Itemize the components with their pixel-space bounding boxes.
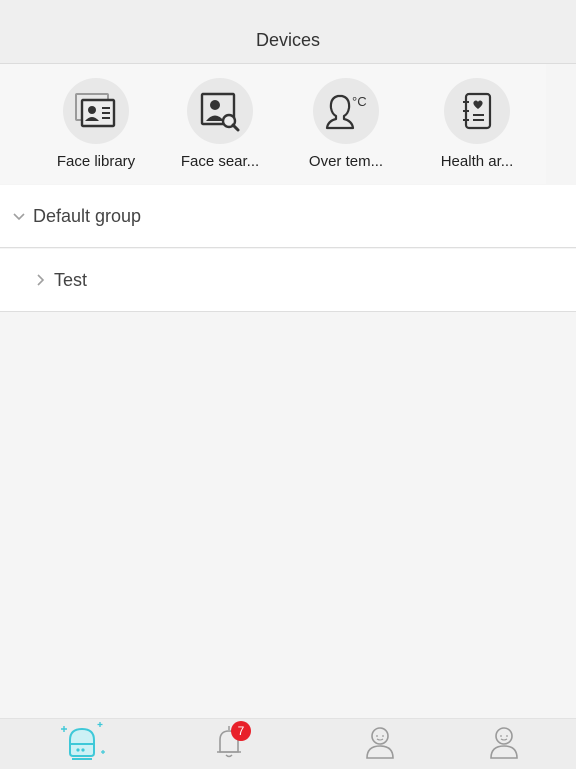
profile-icon: [488, 724, 520, 765]
tab-persons[interactable]: [350, 719, 410, 769]
face-library-icon: [63, 78, 129, 144]
over-temperature-label: Over tem...: [308, 153, 384, 170]
notification-badge: 7: [231, 721, 251, 741]
celsius-symbol: °C: [352, 94, 367, 109]
health-archive-button[interactable]: Health ar...: [422, 78, 532, 178]
group-row-default[interactable]: Default group: [0, 185, 576, 248]
top-header: Devices: [0, 0, 576, 64]
person-icon: [364, 724, 396, 765]
quick-actions-bar: Face library Face sear... °C Over tem...: [0, 64, 546, 184]
face-search-label: Face sear...: [180, 153, 260, 170]
tab-profile[interactable]: [474, 719, 534, 769]
face-library-button[interactable]: Face library: [41, 78, 151, 178]
page-title: Devices: [255, 30, 321, 50]
face-search-button[interactable]: Face sear...: [165, 78, 275, 178]
face-search-icon: [187, 78, 253, 144]
face-library-label: Face library: [56, 153, 136, 170]
over-temperature-icon: °C: [313, 78, 379, 144]
health-archive-label: Health ar...: [440, 153, 514, 170]
chevron-right-icon: [32, 272, 48, 288]
group-label: Test: [54, 269, 88, 290]
health-archive-icon: [444, 78, 510, 144]
device-list-area: [0, 312, 576, 718]
tab-alerts[interactable]: 7: [199, 719, 259, 769]
tab-devices[interactable]: [52, 719, 112, 769]
over-temperature-button[interactable]: °C Over tem...: [291, 78, 401, 178]
group-label: Default group: [33, 205, 142, 226]
bottom-tab-bar: 7: [0, 718, 576, 769]
group-row-test[interactable]: Test: [0, 249, 576, 312]
device-icon: [56, 720, 108, 769]
chevron-down-icon: [11, 208, 27, 224]
